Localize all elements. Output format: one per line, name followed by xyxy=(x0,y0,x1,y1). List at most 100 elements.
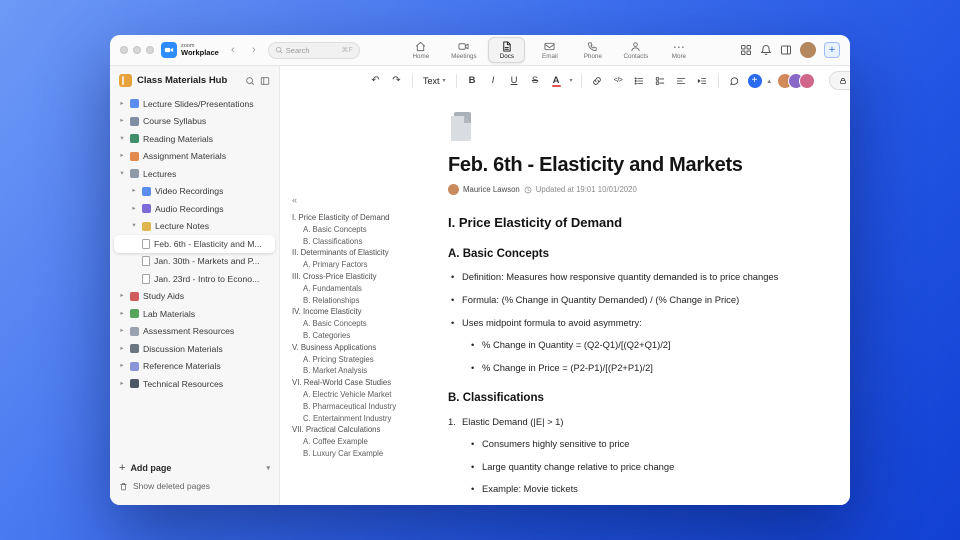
outline-item[interactable]: B. Luxury Car Example xyxy=(292,448,444,460)
outline-item[interactable]: A. Pricing Strategies xyxy=(292,354,444,366)
tab-contacts[interactable]: Contacts xyxy=(617,37,654,63)
redo-button[interactable] xyxy=(389,73,404,88)
close-window-button[interactable] xyxy=(120,46,128,54)
chevron-down-icon[interactable] xyxy=(130,223,138,230)
sidebar-item-feb-6th-doc[interactable]: Feb. 6th - Elasticity and M... xyxy=(114,235,275,253)
collapse-outline-icon[interactable] xyxy=(292,195,444,205)
collaborator-avatars[interactable] xyxy=(777,72,816,89)
global-search-input[interactable]: Search ⌘F xyxy=(267,41,360,59)
chevron-down-icon[interactable] xyxy=(570,77,573,84)
chevron-right-icon[interactable] xyxy=(118,328,126,335)
outline-item[interactable]: V. Business Applications xyxy=(292,342,444,354)
chevron-right-icon[interactable] xyxy=(118,293,126,300)
outline-item[interactable]: VI. Real-World Case Studies xyxy=(292,377,444,389)
document-title[interactable]: Feb. 6th - Elasticity and Markets xyxy=(448,154,784,177)
chevron-right-icon[interactable] xyxy=(130,206,138,213)
sidebar-item-assignment-materials[interactable]: Assignment Materials xyxy=(110,148,279,166)
outline-item[interactable]: I. Price Elasticity of Demand xyxy=(292,212,444,224)
sidebar-item-reading-materials[interactable]: Reading Materials xyxy=(110,130,279,148)
user-avatar[interactable] xyxy=(799,42,816,58)
maximize-window-button[interactable] xyxy=(146,46,154,54)
tab-meetings[interactable]: Meetings xyxy=(445,37,482,63)
strikethrough-button[interactable] xyxy=(528,73,543,88)
workspace-title[interactable]: Class Materials Hub xyxy=(137,75,240,86)
outline-item[interactable]: A. Primary Factors xyxy=(292,259,444,271)
outline-item[interactable]: IV. Income Elasticity xyxy=(292,306,444,318)
bullet-item[interactable]: Definition: Measures how responsive quan… xyxy=(448,271,784,283)
outline-item[interactable]: A. Fundamentals xyxy=(292,283,444,295)
outline-item[interactable]: B. Categories xyxy=(292,330,444,342)
section-heading[interactable]: I. Price Elasticity of Demand xyxy=(448,215,784,230)
sidebar-item-video-recordings[interactable]: Video Recordings xyxy=(110,183,279,201)
outline-item[interactable]: VII. Practical Calculations xyxy=(292,424,444,436)
bullet-item-nested[interactable]: % Change in Quantity = (Q2-Q1)/[(Q2+Q1)/… xyxy=(468,339,784,351)
tab-home[interactable]: Home xyxy=(402,37,439,63)
sidebar-item-jan-30th-doc[interactable]: Jan. 30th - Markets and P... xyxy=(110,253,279,271)
collapse-toolbar-icon[interactable] xyxy=(768,77,772,85)
tab-phone[interactable]: Phone xyxy=(574,37,611,63)
outline-item[interactable]: B. Relationships xyxy=(292,295,444,307)
outline-item[interactable]: C. Entertainment Industry xyxy=(292,413,444,425)
sidebar-item-lab-materials[interactable]: Lab Materials xyxy=(110,305,279,323)
collapse-sidebar-icon[interactable] xyxy=(260,76,270,86)
new-item-plus-button[interactable] xyxy=(823,42,840,58)
chevron-down-icon[interactable] xyxy=(118,136,126,143)
sidebar-item-course-syllabus[interactable]: Course Syllabus xyxy=(110,113,279,131)
sidebar-item-reference-materials[interactable]: Reference Materials xyxy=(110,358,279,376)
chevron-right-icon[interactable] xyxy=(118,118,126,125)
sidebar-search-icon[interactable] xyxy=(245,76,255,86)
share-button[interactable]: Share xyxy=(829,71,850,90)
chevron-down-icon[interactable] xyxy=(118,171,126,178)
chevron-right-icon[interactable] xyxy=(118,101,126,108)
sidebar-item-discussion-materials[interactable]: Discussion Materials xyxy=(110,340,279,358)
chevron-right-icon[interactable] xyxy=(130,188,138,195)
side-panel-icon[interactable] xyxy=(780,44,792,56)
outline-item[interactable]: III. Cross-Price Elasticity xyxy=(292,271,444,283)
outline-item[interactable]: B. Classifications xyxy=(292,236,444,248)
sidebar-item-technical-resources[interactable]: Technical Resources xyxy=(110,375,279,393)
chevron-right-icon[interactable] xyxy=(118,311,126,318)
code-button[interactable] xyxy=(611,73,626,88)
notifications-bell-icon[interactable] xyxy=(760,44,772,56)
outline-item[interactable]: A. Basic Concepts xyxy=(292,318,444,330)
bullet-list-button[interactable] xyxy=(632,73,647,88)
align-button[interactable] xyxy=(674,73,689,88)
bullet-item[interactable]: Uses midpoint formula to avoid asymmetry… xyxy=(448,317,784,329)
text-color-button[interactable] xyxy=(549,73,564,88)
numbered-item[interactable]: 1. Elastic Demand (|E| > 1) xyxy=(448,416,784,427)
forward-button[interactable] xyxy=(247,43,261,57)
sidebar-item-jan-23rd-doc[interactable]: Jan. 23rd - Intro to Econo... xyxy=(110,270,279,288)
sidebar-item-study-aids[interactable]: Study Aids xyxy=(110,288,279,306)
minimize-window-button[interactable] xyxy=(133,46,141,54)
indent-button[interactable] xyxy=(695,73,710,88)
chevron-right-icon[interactable] xyxy=(118,153,126,160)
comment-button[interactable] xyxy=(727,73,742,88)
chevron-right-icon[interactable] xyxy=(118,363,126,370)
checklist-button[interactable] xyxy=(653,73,668,88)
subsection-heading[interactable]: B. Classifications xyxy=(448,392,784,404)
insert-plus-button[interactable] xyxy=(747,73,762,88)
outline-item[interactable]: A. Coffee Example xyxy=(292,436,444,448)
collaborator-avatar[interactable] xyxy=(799,72,816,89)
outline-item[interactable]: B. Pharmaceutical Industry xyxy=(292,401,444,413)
tab-docs[interactable]: Docs xyxy=(488,37,526,63)
bullet-item-nested[interactable]: Example: Movie tickets xyxy=(468,483,784,495)
chevron-right-icon[interactable] xyxy=(118,381,126,388)
show-deleted-pages-button[interactable]: Show deleted pages xyxy=(119,477,270,495)
italic-button[interactable] xyxy=(486,73,501,88)
undo-button[interactable] xyxy=(368,73,383,88)
tab-more[interactable]: More xyxy=(660,37,697,63)
sidebar-item-lectures[interactable]: Lectures xyxy=(110,165,279,183)
apps-grid-icon[interactable] xyxy=(740,44,752,56)
underline-button[interactable] xyxy=(507,73,522,88)
outline-item[interactable]: A. Electric Vehicle Market xyxy=(292,389,444,401)
outline-item[interactable]: II. Determinants of Elasticity xyxy=(292,247,444,259)
sidebar-item-audio-recordings[interactable]: Audio Recordings xyxy=(110,200,279,218)
tab-email[interactable]: Email xyxy=(531,37,568,63)
bullet-item-nested[interactable]: Large quantity change relative to price … xyxy=(468,461,784,473)
sidebar-item-lecture-notes[interactable]: Lecture Notes xyxy=(110,218,279,236)
sidebar-item-assessment-resources[interactable]: Assessment Resources xyxy=(110,323,279,341)
chevron-right-icon[interactable] xyxy=(118,346,126,353)
bullet-item[interactable]: Formula: (% Change in Quantity Demanded)… xyxy=(448,294,784,306)
chevron-down-icon[interactable] xyxy=(266,464,270,472)
